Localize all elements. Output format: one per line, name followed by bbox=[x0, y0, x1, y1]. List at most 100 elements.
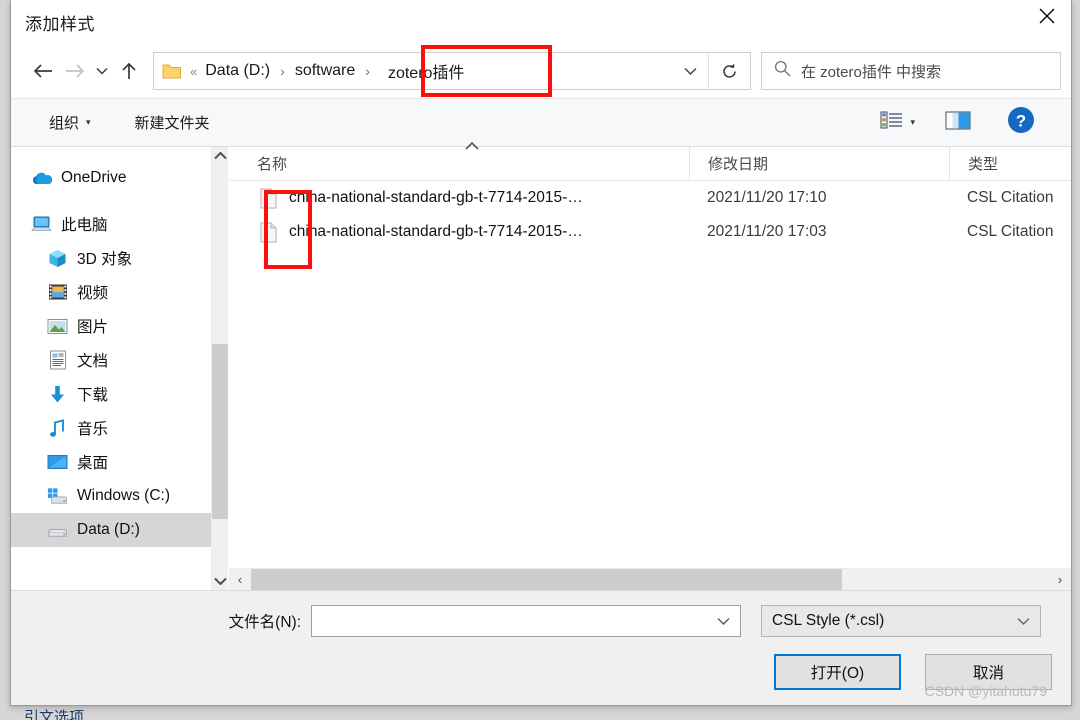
sidebar-scrollbar[interactable] bbox=[211, 147, 228, 590]
table-row[interactable]: china-national-standard-gb-t-7714-2015-…… bbox=[229, 215, 1071, 249]
music-icon bbox=[47, 418, 68, 438]
pictures-icon bbox=[47, 316, 68, 336]
sidebar-item-onedrive[interactable]: OneDrive bbox=[11, 161, 228, 195]
chevron-down-icon[interactable] bbox=[717, 614, 730, 628]
address-bar[interactable]: « Data (D:) › software › zotero插件 bbox=[153, 52, 751, 90]
filename-input[interactable] bbox=[311, 605, 741, 637]
desktop-icon bbox=[47, 452, 68, 472]
sidebar-item-videos[interactable]: 视频 bbox=[11, 275, 228, 309]
chevron-down-icon: ▾ bbox=[910, 117, 915, 127]
screen: 引文选项 添加样式 « Data (D:) › software › zoter… bbox=[0, 0, 1080, 720]
sidebar-item-label: 此电脑 bbox=[61, 217, 108, 234]
up-icon[interactable] bbox=[113, 55, 145, 87]
sidebar-item-label: 视频 bbox=[77, 285, 109, 302]
breadcrumb-software[interactable]: software bbox=[289, 62, 361, 80]
breadcrumb-separator[interactable]: › bbox=[276, 63, 289, 79]
search-placeholder: 在 zotero插件 中搜索 bbox=[801, 63, 942, 81]
sidebar-item-data-d[interactable]: Data (D:) bbox=[11, 513, 228, 547]
back-icon[interactable] bbox=[27, 55, 59, 87]
column-header-type[interactable]: 类型 bbox=[949, 147, 1071, 180]
sidebar-scrollbar-thumb[interactable] bbox=[212, 344, 228, 520]
hard-drive-icon bbox=[47, 520, 68, 540]
sidebar-item-label: 图片 bbox=[77, 319, 109, 336]
sidebar-scrollbar-track[interactable] bbox=[212, 165, 228, 572]
windows-drive-icon bbox=[47, 486, 68, 506]
file-date-cell: 2021/11/20 17:03 bbox=[707, 223, 827, 240]
hscrollbar-track[interactable] bbox=[251, 569, 1049, 590]
scroll-left-chevron-left-icon[interactable]: ‹ bbox=[229, 572, 251, 587]
dialog-title: 添加样式 bbox=[25, 14, 95, 34]
search-input[interactable]: 在 zotero插件 中搜索 bbox=[761, 52, 1061, 90]
file-name-cell[interactable]: china-national-standard-gb-t-7714-2015-… bbox=[239, 188, 689, 209]
sidebar-item-label: Data (D:) bbox=[77, 521, 140, 538]
3d-objects-icon bbox=[47, 248, 68, 268]
refresh-icon[interactable] bbox=[708, 53, 750, 89]
file-icon bbox=[257, 222, 279, 243]
open-button[interactable]: 打开(O) bbox=[774, 654, 901, 690]
hscrollbar-thumb[interactable] bbox=[251, 569, 842, 590]
sidebar-item-3d-objects[interactable]: 3D 对象 bbox=[11, 241, 228, 275]
file-name-label: china-national-standard-gb-t-7714-2015-… bbox=[289, 223, 583, 240]
column-header-name[interactable]: 名称 bbox=[239, 147, 689, 180]
sidebar-item-this-pc[interactable]: 此电脑 bbox=[11, 207, 228, 241]
sidebar-item-music[interactable]: 音乐 bbox=[11, 411, 228, 445]
file-type-dropdown[interactable]: CSL Style (*.csl) bbox=[761, 605, 1041, 637]
address-chevron-down-icon[interactable] bbox=[672, 53, 708, 89]
sidebar-item-downloads[interactable]: 下载 bbox=[11, 377, 228, 411]
sidebar-item-windows-c[interactable]: Windows (C:) bbox=[11, 479, 228, 513]
recent-locations-chevron-down-icon[interactable] bbox=[91, 55, 113, 87]
sidebar-item-label: 下载 bbox=[77, 387, 109, 404]
sidebar-item-documents[interactable]: 文档 bbox=[11, 343, 228, 377]
svg-text:?: ? bbox=[1016, 112, 1026, 131]
breadcrumb-zotero-plugin[interactable]: zotero插件 bbox=[374, 59, 478, 83]
file-name-label: china-national-standard-gb-t-7714-2015-… bbox=[289, 189, 583, 206]
downloads-icon bbox=[47, 384, 68, 404]
new-folder-label: 新建文件夹 bbox=[134, 115, 210, 132]
organize-label: 组织 bbox=[49, 115, 80, 132]
file-type-cell: CSL Citation bbox=[967, 223, 1054, 240]
sidebar-item-label: Windows (C:) bbox=[77, 487, 171, 504]
file-date-cell: 2021/11/20 17:10 bbox=[707, 189, 827, 206]
scroll-right-chevron-right-icon[interactable]: › bbox=[1049, 572, 1071, 587]
documents-icon bbox=[47, 350, 68, 370]
background-partial-text: 引文选项 bbox=[24, 709, 85, 720]
dialog-body: OneDrive 此电脑 3D 对象 视频 图片 文档 下载 音乐 桌面 Win… bbox=[11, 141, 1071, 590]
file-type-cell: CSL Citation bbox=[967, 189, 1054, 206]
help-button[interactable]: ? bbox=[1007, 106, 1035, 139]
chevron-down-icon bbox=[1017, 614, 1030, 628]
onedrive-cloud-icon bbox=[31, 168, 52, 188]
scroll-down-chevron-down-icon[interactable] bbox=[212, 572, 228, 590]
help-icon: ? bbox=[1007, 106, 1035, 139]
sidebar-item-label: 文档 bbox=[77, 353, 109, 370]
sidebar-item-label: 3D 对象 bbox=[77, 251, 133, 268]
organize-button[interactable]: 组织 ▾ bbox=[39, 106, 101, 139]
navigation-bar: « Data (D:) › software › zotero插件 在 zote… bbox=[11, 44, 1071, 98]
preview-pane-button[interactable] bbox=[945, 110, 971, 136]
address-prefix: « bbox=[190, 63, 198, 79]
file-name-cell[interactable]: china-national-standard-gb-t-7714-2015-… bbox=[239, 222, 689, 243]
file-list-horizontal-scrollbar[interactable]: ‹ › bbox=[229, 568, 1071, 590]
file-icon bbox=[257, 188, 279, 209]
sidebar-item-desktop[interactable]: 桌面 bbox=[11, 445, 228, 479]
forward-icon[interactable] bbox=[59, 55, 91, 87]
close-icon[interactable] bbox=[1023, 0, 1071, 32]
navigation-tree: OneDrive 此电脑 3D 对象 视频 图片 文档 下载 音乐 桌面 Win… bbox=[11, 147, 228, 547]
add-style-dialog: 添加样式 « Data (D:) › software › zotero插件 在… bbox=[10, 0, 1072, 706]
this-pc-icon bbox=[31, 214, 52, 234]
file-type-value: CSL Style (*.csl) bbox=[772, 612, 885, 629]
view-mode-button[interactable]: ▾ bbox=[880, 110, 915, 135]
watermark: CSDN @yitahutu79 bbox=[924, 683, 1047, 699]
list-view-icon bbox=[880, 110, 904, 135]
new-folder-button[interactable]: 新建文件夹 bbox=[125, 106, 220, 139]
column-header-modified-date[interactable]: 修改日期 bbox=[689, 147, 949, 180]
filename-label: 文件名(N): bbox=[228, 614, 301, 631]
search-icon bbox=[774, 60, 791, 82]
dialog-footer: 文件名(N): CSL Style (*.csl) 打开(O) 取消 CSDN bbox=[11, 590, 1071, 705]
command-bar: 组织 ▾ 新建文件夹 ▾ ? bbox=[11, 98, 1071, 146]
table-row[interactable]: china-national-standard-gb-t-7714-2015-…… bbox=[229, 181, 1071, 215]
scroll-up-chevron-up-icon[interactable] bbox=[212, 147, 228, 165]
breadcrumb-data-d[interactable]: Data (D:) bbox=[199, 62, 276, 80]
sidebar-item-pictures[interactable]: 图片 bbox=[11, 309, 228, 343]
folder-icon bbox=[162, 63, 182, 80]
breadcrumb-separator[interactable]: › bbox=[361, 63, 374, 79]
